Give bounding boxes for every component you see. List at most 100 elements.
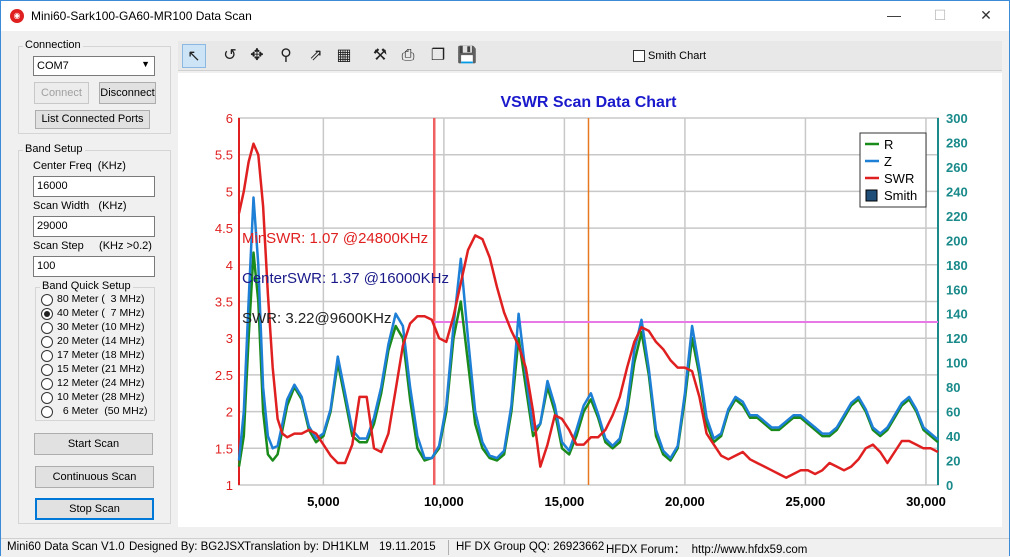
app-window: ◉ Mini60-Sark100-GA60-MR100 Data Scan — … bbox=[0, 0, 1010, 556]
center-freq-input[interactable]: 16000 bbox=[33, 176, 155, 197]
x-tick-label: 20,000 bbox=[665, 494, 705, 509]
y2-tick-label: 300 bbox=[946, 111, 968, 126]
stop-scan-button[interactable]: Stop Scan bbox=[35, 498, 154, 520]
start-scan-button[interactable]: Start Scan bbox=[34, 433, 153, 455]
radio-button[interactable] bbox=[41, 392, 53, 404]
settings-tools-icon[interactable]: ⚒ bbox=[368, 44, 392, 68]
radio-button[interactable] bbox=[41, 294, 53, 306]
legend-label: R bbox=[884, 137, 893, 152]
y2-tick-label: 100 bbox=[946, 356, 968, 371]
y2-tick-label: 240 bbox=[946, 184, 968, 199]
y-tick-label: 3.5 bbox=[215, 295, 233, 310]
y-tick-label: 4.5 bbox=[215, 221, 233, 236]
scan-step-label: Scan Step (KHz >0.2) bbox=[33, 240, 152, 252]
chart-toolbar: ↖ ↺ ✥ ⚲ ⇗ ▦ ⚒ ⎙ ❐ 💾 Smith Chart bbox=[178, 41, 1002, 71]
radio-button[interactable] bbox=[41, 336, 53, 348]
center-swr-annotation: CenterSWR: 1.37 @16000KHz bbox=[242, 270, 449, 287]
zoom-icon[interactable]: ⚲ bbox=[274, 44, 298, 68]
legend-label: Z bbox=[884, 154, 892, 169]
status-separator bbox=[448, 540, 449, 555]
y2-tick-label: 280 bbox=[946, 135, 968, 150]
legend-swatch bbox=[865, 189, 878, 202]
band-radio-label: 12 Meter (24 MHz) bbox=[57, 377, 145, 389]
status-date: 19.11.2015 bbox=[379, 541, 436, 553]
scan-width-input[interactable]: 29000 bbox=[33, 216, 155, 237]
y2-tick-label: 200 bbox=[946, 233, 968, 248]
y-tick-label: 1 bbox=[226, 478, 233, 493]
band-quick-setup-title: Band Quick Setup bbox=[40, 280, 133, 292]
copy-icon[interactable]: ❐ bbox=[426, 44, 450, 68]
chart-title: VSWR Scan Data Chart bbox=[500, 94, 677, 111]
y2-tick-label: 260 bbox=[946, 160, 968, 175]
undo-icon[interactable]: ↺ bbox=[218, 44, 242, 68]
window-title: Mini60-Sark100-GA60-MR100 Data Scan bbox=[31, 9, 252, 23]
scan-step-input[interactable]: 100 bbox=[33, 256, 155, 277]
status-qq-group: HF DX Group QQ: 26923662 bbox=[456, 541, 605, 553]
y2-tick-label: 180 bbox=[946, 258, 968, 273]
x-tick-label: 15,000 bbox=[545, 494, 585, 509]
save-icon[interactable]: 💾 bbox=[455, 44, 479, 68]
y2-tick-label: 0 bbox=[946, 478, 953, 493]
chevron-down-icon: ▼ bbox=[141, 59, 150, 69]
scan-width-label: Scan Width (KHz) bbox=[33, 200, 127, 212]
maximize-button[interactable]: ☐ bbox=[917, 1, 963, 31]
band-radio-label: 20 Meter (14 MHz) bbox=[57, 335, 145, 347]
x-tick-label: 5,000 bbox=[307, 494, 340, 509]
radio-button[interactable] bbox=[41, 308, 53, 320]
x-tick-label: 25,000 bbox=[786, 494, 826, 509]
radio-button[interactable] bbox=[41, 378, 53, 390]
com-port-select[interactable]: COM7 ▼ bbox=[33, 56, 155, 76]
y2-tick-label: 80 bbox=[946, 380, 960, 395]
y-tick-label: 4 bbox=[226, 258, 233, 273]
band-radio-label: 15 Meter (21 MHz) bbox=[57, 363, 145, 375]
radio-button[interactable] bbox=[41, 350, 53, 362]
y-tick-label: 6 bbox=[226, 111, 233, 126]
print-icon[interactable]: ⎙ bbox=[396, 44, 420, 68]
close-button[interactable]: ✕ bbox=[963, 1, 1009, 31]
connect-button[interactable]: Connect bbox=[34, 82, 89, 104]
min-swr-annotation: MinSWR: 1.07 @24800KHz bbox=[242, 230, 428, 247]
y-tick-label: 5 bbox=[226, 184, 233, 199]
status-app-version: Mini60 Data Scan V1.0 bbox=[7, 541, 125, 553]
vswr-chart[interactable]: VSWR Scan Data Chart 1 1.5 2 2.5 3 3.5 4 4.5 5 5.5… bbox=[178, 73, 1002, 527]
radio-button[interactable] bbox=[41, 322, 53, 334]
status-translation: Translation by: DH1KLM bbox=[244, 541, 369, 553]
disconnect-button[interactable]: Disconnect bbox=[99, 82, 156, 104]
list-ports-button[interactable]: List Connected Ports bbox=[35, 110, 150, 129]
pointer-icon[interactable]: ↖ bbox=[182, 44, 206, 68]
band-radio-label: 40 Meter ( 7 MHz) bbox=[57, 307, 145, 319]
y-tick-label: 1.5 bbox=[215, 441, 233, 456]
y2-tick-label: 20 bbox=[946, 454, 960, 469]
continuous-scan-button[interactable]: Continuous Scan bbox=[35, 466, 154, 488]
y2-tick-label: 220 bbox=[946, 209, 968, 224]
export-image-icon[interactable]: ⇗ bbox=[304, 44, 328, 68]
band-radio-label: 30 Meter (10 MHz) bbox=[57, 321, 145, 333]
band-radio-label: 10 Meter (28 MHz) bbox=[57, 391, 145, 403]
y-tick-label: 2.5 bbox=[215, 368, 233, 383]
band-radio-label: 80 Meter ( 3 MHz) bbox=[57, 293, 145, 305]
center-freq-label: Center Freq (KHz) bbox=[33, 160, 126, 172]
pan-icon[interactable]: ✥ bbox=[245, 44, 269, 68]
smith-chart-checkbox[interactable] bbox=[633, 50, 645, 62]
legend-label: SWR bbox=[884, 171, 914, 186]
minimize-button[interactable]: — bbox=[871, 1, 917, 31]
app-icon: ◉ bbox=[10, 9, 24, 23]
radio-button[interactable] bbox=[41, 364, 53, 376]
y-tick-label: 2 bbox=[226, 405, 233, 420]
chart-panel: VSWR Scan Data Chart 1 1.5 2 2.5 3 3.5 4 4.5 5 5.5… bbox=[178, 73, 1002, 527]
band-setup-title: Band Setup bbox=[23, 143, 85, 155]
y2-tick-label: 60 bbox=[946, 405, 960, 420]
band-radio-label: 6 Meter (50 MHz) bbox=[57, 405, 148, 417]
status-designed-by: Designed By: BG2JSX bbox=[129, 541, 245, 553]
y2-tick-label: 40 bbox=[946, 429, 960, 444]
y2-tick-label: 140 bbox=[946, 307, 968, 322]
status-forum: HFDX Forum： http://www.hfdx59.com bbox=[606, 544, 808, 556]
title-bar: ◉ Mini60-Sark100-GA60-MR100 Data Scan — … bbox=[1, 1, 1009, 31]
y-tick-label: 5.5 bbox=[215, 148, 233, 163]
band-radio-label: 17 Meter (18 MHz) bbox=[57, 349, 145, 361]
swr-at-annotation: SWR: 3.22@9600KHz bbox=[242, 310, 391, 327]
radio-button[interactable] bbox=[41, 406, 53, 418]
x-tick-label: 30,000 bbox=[906, 494, 946, 509]
data-grid-icon[interactable]: ▦ bbox=[332, 44, 356, 68]
status-bar: Mini60 Data Scan V1.0 Designed By: BG2JS… bbox=[1, 538, 1009, 556]
